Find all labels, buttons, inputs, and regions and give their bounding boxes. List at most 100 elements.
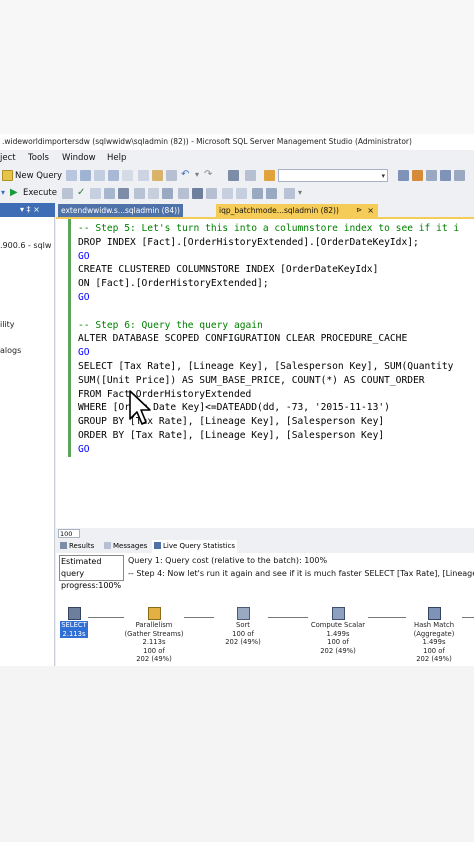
object-explorer-icon[interactable] — [440, 170, 451, 181]
table-icon — [67, 607, 81, 620]
pin-icon[interactable]: ⊳ — [356, 204, 362, 217]
code-line-10: GO — [78, 347, 90, 359]
dax-query-icon[interactable] — [122, 170, 133, 181]
options-icon[interactable] — [454, 170, 465, 181]
plan-arrow — [462, 617, 474, 618]
tab-iqp-batchmode[interactable]: iqp_batchmode...sqladmin (82)) ⊳ × — [216, 204, 378, 217]
uncomment-icon[interactable] — [236, 188, 247, 199]
menu-window[interactable]: Window — [62, 150, 96, 167]
menu-project[interactable]: ject — [0, 150, 16, 167]
plan-arrow — [184, 617, 214, 618]
increase-indent-icon[interactable] — [266, 188, 277, 199]
new-query-button[interactable]: New Query — [15, 168, 62, 184]
query-cost-line: Query 1: Query cost (relative to the bat… — [128, 556, 328, 565]
tree-node-catalogs[interactable]: alogs — [0, 346, 21, 355]
parallelism-icon — [147, 607, 161, 620]
code-line-8: -- Step 6: Query the query again — [78, 319, 263, 331]
comment-out-icon[interactable] — [222, 188, 233, 199]
solution-explorer-icon[interactable] — [398, 170, 409, 181]
object-explorer-panel: ▾ ‡ × .900.6 - sqlw ility alogs — [0, 203, 55, 666]
execute-button[interactable]: Execute — [23, 185, 57, 201]
database-icon: ▾ — [1, 188, 6, 197]
window-title: .wideworldimportersdw (sqlwwidw\sqladmin… — [0, 134, 474, 150]
tree-node-utility[interactable]: ility — [0, 320, 15, 329]
paste-icon[interactable] — [166, 170, 177, 181]
mdx-query-icon[interactable] — [94, 170, 105, 181]
tab-extendwwidw[interactable]: extendwwidw.s...sqladmin (84)) — [58, 204, 183, 217]
copy-icon[interactable] — [152, 170, 163, 181]
sql-editor-toolbar: ▾ ▶ Execute ✓ ▾ — [0, 185, 474, 202]
decrease-indent-icon[interactable] — [252, 188, 263, 199]
plan-op-sort[interactable]: Sort 100 of 202 (49%) — [219, 607, 267, 647]
query-editor[interactable]: -- Step 5: Let's turn this into a column… — [56, 217, 474, 581]
code-line-13: FROM Fact.OrderHistoryExtended — [78, 388, 252, 400]
tab-live-query-statistics[interactable]: Live Query Statistics — [152, 540, 238, 553]
chevron-down-icon: ▾ — [381, 172, 385, 180]
plan-op-compute-scalar[interactable]: Compute Scalar 1.499s 100 of 202 (49%) — [308, 607, 368, 655]
standard-toolbar: New Query ↶ ▾ ↷ ▾ — [0, 167, 474, 185]
plan-arrow — [268, 617, 308, 618]
navigate-forward-icon[interactable] — [245, 170, 256, 181]
live-stats-icon[interactable] — [148, 188, 159, 199]
tab-results[interactable]: Results — [60, 540, 94, 553]
results-tab-strip: Results Messages Live Query Statistics — [56, 539, 474, 553]
object-explorer-header: ▾ ‡ × — [0, 203, 55, 217]
undo-dropdown-icon[interactable]: ▾ — [195, 167, 199, 183]
code-line-17: GO — [78, 443, 90, 455]
include-actual-plan-icon[interactable] — [134, 188, 145, 199]
code-line-9: ALTER DATABASE SCOPED CONFIGURATION CLEA… — [78, 333, 408, 345]
toolbar-overflow-icon[interactable]: ▾ — [298, 185, 302, 201]
display-plan-icon[interactable] — [90, 188, 101, 199]
code-line-12: SUM([Unit Price]) AS SUM_BASE_PRICE, COU… — [78, 374, 425, 386]
editor-status-bar: 100 % — [56, 528, 474, 546]
results-to-grid-icon[interactable] — [192, 188, 203, 199]
analysis-query-icon[interactable] — [80, 170, 91, 181]
query-text-line: -- Step 4: Now let's run it again and se… — [128, 568, 474, 578]
live-stats-icon — [154, 542, 161, 549]
xmla-query-icon[interactable] — [108, 170, 119, 181]
compute-scalar-icon — [331, 607, 345, 620]
zoom-selector[interactable]: 100 % — [58, 529, 80, 546]
search-combo[interactable]: ▾ — [278, 169, 388, 182]
video-background-bottom — [0, 666, 474, 842]
find-icon[interactable] — [264, 170, 275, 181]
properties-icon[interactable] — [412, 170, 423, 181]
results-to-text-icon[interactable] — [178, 188, 189, 199]
redo-icon[interactable]: ↷ — [204, 167, 212, 183]
code-line-6: GO — [78, 291, 90, 303]
parse-check-icon[interactable]: ✓ — [77, 185, 85, 201]
document-tabs: extendwwidw.s...sqladmin (84)) iqp_batch… — [56, 203, 474, 217]
sort-icon — [236, 607, 250, 620]
cut-icon[interactable] — [138, 170, 149, 181]
navigate-backward-icon[interactable] — [228, 170, 239, 181]
tab-messages[interactable]: Messages — [104, 540, 147, 553]
plan-op-select[interactable]: SELECT 2.113s — [59, 607, 89, 638]
code-line-15: GROUP BY [Tax Rate], [Lineage Key], [Sal… — [78, 416, 385, 428]
change-tracking-bar — [68, 219, 71, 457]
close-icon[interactable]: × — [367, 204, 374, 217]
select-op-label: SELECT 2.113s — [60, 621, 88, 638]
menu-tools[interactable]: Tools — [28, 150, 49, 167]
query-options-icon[interactable] — [104, 188, 115, 199]
database-engine-query-icon[interactable] — [66, 170, 77, 181]
new-query-icon — [2, 170, 13, 181]
menu-help[interactable]: Help — [107, 150, 126, 167]
execute-icon[interactable]: ▶ — [10, 185, 18, 201]
results-to-file-icon[interactable] — [206, 188, 217, 199]
toolbox-icon[interactable] — [426, 170, 437, 181]
video-background-top — [0, 0, 474, 134]
plan-op-hash-match[interactable]: Hash Match (Aggregate) 1.499s 100 of 202… — [406, 607, 462, 664]
code-line-1: -- Step 5: Let's turn this into a column… — [78, 223, 460, 234]
code-line-3: GO — [78, 250, 90, 262]
plan-op-parallelism[interactable]: Parallelism (Gather Streams) 2.113s 100 … — [124, 607, 184, 664]
intellisense-icon[interactable] — [118, 188, 129, 199]
client-stats-icon[interactable] — [162, 188, 173, 199]
hash-match-icon — [427, 607, 441, 620]
cancel-query-icon[interactable] — [62, 188, 73, 199]
undo-icon[interactable]: ↶ — [181, 167, 189, 183]
specify-values-icon[interactable] — [284, 188, 295, 199]
code-line-14: WHERE [Order Date Key]<=DATEADD(dd, -73,… — [78, 402, 390, 414]
code-line-11: SELECT [Tax Rate], [Lineage Key], [Sales… — [78, 360, 454, 372]
server-node[interactable]: .900.6 - sqlw — [0, 241, 51, 250]
panel-options-icon[interactable]: ▾ ‡ × — [20, 203, 40, 217]
